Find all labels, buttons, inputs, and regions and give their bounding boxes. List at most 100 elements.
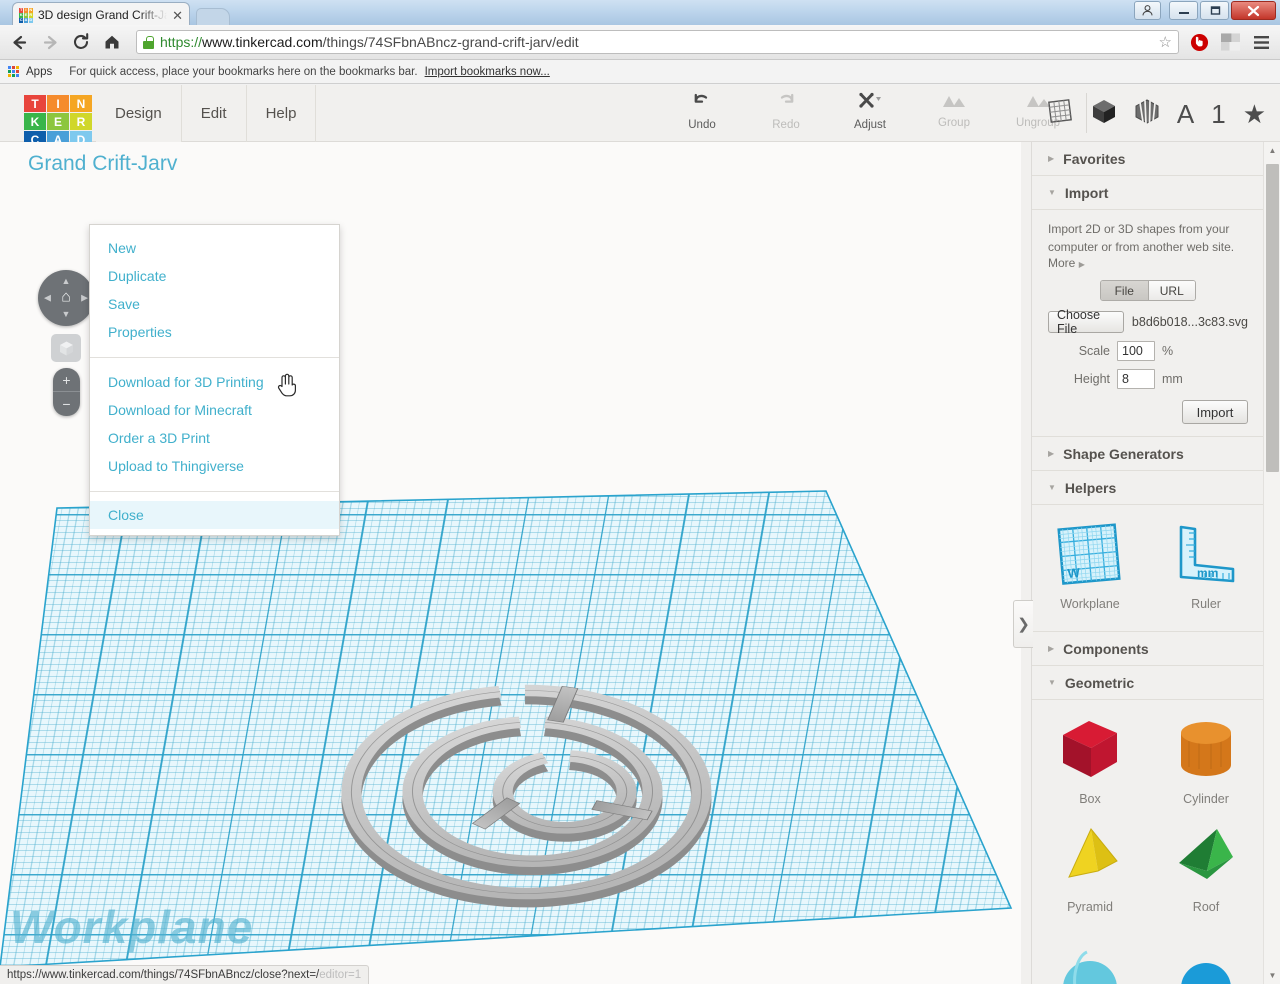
menu-item-order-3d-print[interactable]: Order a 3D Print xyxy=(90,424,339,452)
undo-button[interactable]: Undo xyxy=(660,85,744,142)
chrome-menu-icon[interactable] xyxy=(1250,31,1272,53)
shape-ruler[interactable]: mm Ruler xyxy=(1148,517,1264,625)
design-title[interactable]: Grand Crift-Jarv xyxy=(28,152,177,176)
orbit-right-icon[interactable]: ▶ xyxy=(81,293,88,303)
redo-icon xyxy=(775,91,797,116)
zoom-in-button[interactable]: + xyxy=(53,368,80,392)
menu-item-properties[interactable]: Properties xyxy=(90,318,339,346)
shape-sphere[interactable]: Sphere xyxy=(1032,928,1148,984)
bookmarks-hint: For quick access, place your bookmarks h… xyxy=(69,65,418,78)
shape-sphere-blue[interactable]: Sphere Blue xyxy=(1148,928,1264,984)
height-field-row: Height mm xyxy=(1048,369,1248,389)
fit-view-button[interactable] xyxy=(51,334,81,362)
menu-item-download-3d-printing[interactable]: Download for 3D Printing xyxy=(90,368,339,396)
url-bar[interactable]: https://www.tinkercad.com/things/74SFbnA… xyxy=(136,30,1179,54)
scroll-down-icon[interactable]: ▼ xyxy=(1264,967,1280,984)
shape-pyramid[interactable]: Pyramid xyxy=(1032,820,1148,928)
scale-input[interactable] xyxy=(1117,341,1155,361)
menu-item-new[interactable]: New xyxy=(90,234,339,262)
section-components[interactable]: ▶ Components xyxy=(1032,632,1264,666)
shapes-panel-icon[interactable] xyxy=(1134,98,1160,129)
import-button[interactable]: Import xyxy=(1182,400,1248,424)
adblock-extension-icon[interactable] xyxy=(1188,31,1210,53)
home-view-icon[interactable]: ⌂ xyxy=(61,289,71,307)
import-tab-file[interactable]: File xyxy=(1101,281,1149,300)
shape-cylinder[interactable]: Cylinder xyxy=(1148,712,1264,820)
section-components-label: Components xyxy=(1063,640,1149,657)
numbers-panel-icon[interactable]: 1 xyxy=(1211,101,1225,127)
menu-separator-2 xyxy=(90,491,339,492)
orbit-down-icon[interactable]: ▼ xyxy=(62,310,71,319)
shape-ruler-label: Ruler xyxy=(1191,597,1221,611)
browser-tab[interactable]: TIN KER CAD 3D design Grand Crift-Jarv ✕ xyxy=(12,2,190,27)
menu-design[interactable]: Design xyxy=(96,85,182,142)
text-panel-icon[interactable]: A xyxy=(1177,101,1194,127)
apps-grid-icon[interactable] xyxy=(8,66,19,77)
menu-help[interactable]: Help xyxy=(247,85,317,142)
status-url-dim: editor=1 xyxy=(319,969,362,981)
scroll-up-icon[interactable]: ▲ xyxy=(1264,142,1280,159)
sphere-shape-icon xyxy=(1053,928,1127,984)
back-icon[interactable] xyxy=(8,31,30,53)
forward-icon[interactable] xyxy=(39,31,61,53)
menu-item-download-minecraft[interactable]: Download for Minecraft xyxy=(90,396,339,424)
panel-icon-strip: A 1 ★ xyxy=(1046,85,1266,142)
zoom-out-button[interactable]: − xyxy=(53,392,80,416)
3d-model-spiral[interactable] xyxy=(300,592,750,984)
home-icon[interactable] xyxy=(101,31,123,53)
group-button[interactable]: Group xyxy=(912,85,996,142)
favorites-panel-icon[interactable]: ★ xyxy=(1243,101,1266,127)
menu-item-duplicate[interactable]: Duplicate xyxy=(90,262,339,290)
collapse-sidebar-handle[interactable]: ❯ xyxy=(1013,600,1033,648)
redo-button[interactable]: Redo xyxy=(744,85,828,142)
orbit-left-icon[interactable]: ◀ xyxy=(44,293,51,303)
design-dropdown-menu: New Duplicate Save Properties Download f… xyxy=(89,224,340,536)
shape-roof[interactable]: Roof xyxy=(1148,820,1264,928)
menu-item-upload-thingiverse[interactable]: Upload to Thingiverse xyxy=(90,452,339,480)
menu-edit[interactable]: Edit xyxy=(182,85,247,142)
tinkercad-app: TIN KER CAD Design Edit Help Undo Redo A… xyxy=(0,85,1280,984)
sidebar-scrollbar[interactable]: ▲ ▼ xyxy=(1263,142,1280,984)
extension-icon[interactable] xyxy=(1219,31,1241,53)
browser-navbar: https://www.tinkercad.com/things/74SFbnA… xyxy=(0,25,1280,60)
tab-close-icon[interactable]: ✕ xyxy=(172,9,183,22)
user-profile-button[interactable] xyxy=(1134,1,1161,20)
scrollbar-thumb[interactable] xyxy=(1266,164,1279,472)
chevron-right-icon: ▶ xyxy=(1048,449,1055,458)
sidebar-content: ▶ Favorites ▼ Import Import 2D or 3D sha… xyxy=(1032,142,1264,984)
section-import[interactable]: ▼ Import xyxy=(1032,176,1264,210)
bookmark-star-icon[interactable]: ☆ xyxy=(1159,33,1172,51)
menu-item-close[interactable]: Close xyxy=(90,501,339,529)
app-menubar: Design Edit Help xyxy=(96,85,317,142)
menu-item-save[interactable]: Save xyxy=(90,290,339,318)
url-scheme: https:// xyxy=(160,34,203,50)
url-path: /things/74SFbnABncz-grand-crift-jarv/edi… xyxy=(322,34,579,50)
choose-file-button[interactable]: Choose File xyxy=(1048,308,1124,336)
adjust-label: Adjust xyxy=(854,119,886,131)
section-shape-generators[interactable]: ▶ Shape Generators xyxy=(1032,437,1264,471)
shape-workplane[interactable]: W Workplane xyxy=(1032,517,1148,625)
geometric-panel-icon[interactable] xyxy=(1091,98,1117,129)
close-window-button[interactable] xyxy=(1231,1,1276,20)
minimize-button[interactable] xyxy=(1169,1,1198,20)
workplane-panel-icon[interactable] xyxy=(1046,98,1074,129)
import-bookmarks-link[interactable]: Import bookmarks now... xyxy=(425,66,550,78)
workplane-shape-icon: W xyxy=(1053,517,1127,591)
orbit-up-icon[interactable]: ▲ xyxy=(62,277,71,286)
reload-icon[interactable] xyxy=(70,31,92,53)
import-more-link[interactable]: More ▶ xyxy=(1048,256,1248,270)
tinkercad-logo[interactable]: TIN KER CAD xyxy=(24,95,92,148)
new-tab-button[interactable] xyxy=(196,8,230,26)
section-geometric[interactable]: ▼ Geometric xyxy=(1032,666,1264,700)
section-helpers[interactable]: ▼ Helpers xyxy=(1032,471,1264,505)
apps-label[interactable]: Apps xyxy=(26,66,52,78)
adjust-button[interactable]: Adjust xyxy=(828,85,912,142)
section-favorites-label: Favorites xyxy=(1063,150,1126,167)
shape-box[interactable]: Box xyxy=(1032,712,1148,820)
import-tab-url[interactable]: URL xyxy=(1148,281,1195,300)
height-input[interactable] xyxy=(1117,369,1155,389)
helpers-shape-grid: W Workplane mm Ruler xyxy=(1032,505,1264,632)
view-orbit-disc[interactable]: ▲ ▼ ◀ ▶ ⌂ xyxy=(38,270,94,326)
section-favorites[interactable]: ▶ Favorites xyxy=(1032,142,1264,176)
maximize-button[interactable] xyxy=(1200,1,1229,20)
